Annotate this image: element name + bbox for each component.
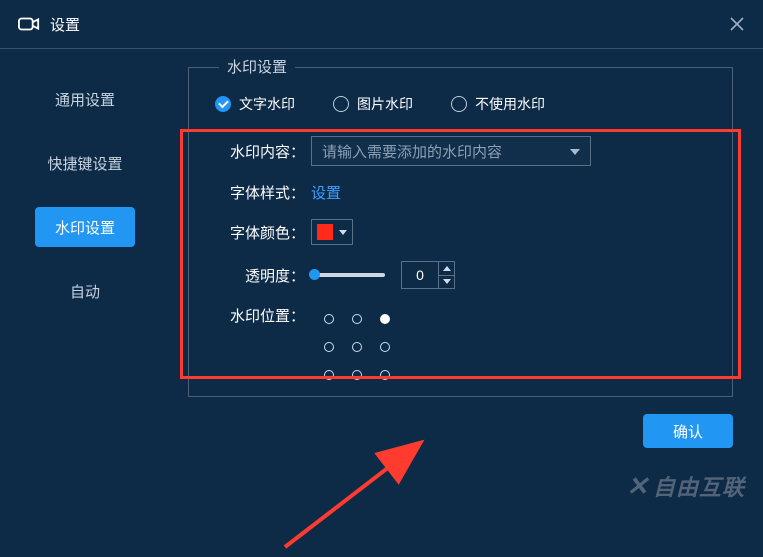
close-icon[interactable] xyxy=(727,14,747,34)
radio-text-watermark[interactable]: 文字水印 xyxy=(215,94,295,114)
pos-top-right[interactable] xyxy=(371,305,399,333)
radio-label: 文字水印 xyxy=(239,94,295,114)
radio-image-watermark[interactable]: 图片水印 xyxy=(333,94,413,114)
font-color-picker[interactable] xyxy=(311,219,353,245)
spinner-up[interactable] xyxy=(439,262,454,276)
opacity-label: 透明度： xyxy=(213,265,305,286)
content-label: 水印内容： xyxy=(213,141,305,162)
sidebar: 通用设置 快捷键设置 水印设置 自动 xyxy=(0,49,170,520)
slider-thumb[interactable] xyxy=(309,269,320,280)
sidebar-item-watermark[interactable]: 水印设置 xyxy=(35,207,135,247)
sidebar-item-shortcuts[interactable]: 快捷键设置 xyxy=(35,143,135,183)
opacity-spinner xyxy=(401,261,455,289)
opacity-slider[interactable] xyxy=(311,273,385,277)
opacity-input[interactable] xyxy=(402,262,438,288)
font-color-label: 字体颜色： xyxy=(213,222,305,243)
radio-no-watermark[interactable]: 不使用水印 xyxy=(451,94,545,114)
position-label: 水印位置： xyxy=(213,305,305,326)
radio-label: 不使用水印 xyxy=(475,94,545,114)
camera-icon xyxy=(18,15,40,33)
confirm-button[interactable]: 确认 xyxy=(643,414,733,448)
radio-checked-icon xyxy=(215,96,231,112)
watermark-fieldset: 水印设置 文字水印 图片水印 不使用水印 水印内容： 请输入需要添 xyxy=(188,67,733,397)
brand-text: 自由互联 xyxy=(653,470,745,502)
pos-mid-right[interactable] xyxy=(371,333,399,361)
pos-mid-center[interactable] xyxy=(343,333,371,361)
spinner-down[interactable] xyxy=(439,276,454,289)
pos-bot-center[interactable] xyxy=(343,361,371,389)
arrow-up-icon xyxy=(443,266,451,271)
window-title: 设置 xyxy=(50,14,80,35)
pos-bot-left[interactable] xyxy=(315,361,343,389)
fieldset-legend: 水印设置 xyxy=(219,56,295,77)
font-style-label: 字体样式： xyxy=(213,182,305,203)
brand-x-icon: ✕ xyxy=(626,471,649,502)
radio-icon xyxy=(451,96,467,112)
pos-top-left[interactable] xyxy=(315,305,343,333)
color-swatch xyxy=(317,224,333,240)
radio-icon xyxy=(333,96,349,112)
sidebar-item-general[interactable]: 通用设置 xyxy=(35,79,135,119)
pos-top-center[interactable] xyxy=(343,305,371,333)
watermark-content-combo[interactable]: 请输入需要添加的水印内容 xyxy=(311,136,591,166)
pos-mid-left[interactable] xyxy=(315,333,343,361)
sidebar-item-auto[interactable]: 自动 xyxy=(35,271,135,311)
brand-watermark: ✕ 自由互联 xyxy=(626,470,745,502)
font-style-link[interactable]: 设置 xyxy=(311,182,341,203)
chevron-down-icon xyxy=(570,149,580,155)
main-panel: 水印设置 文字水印 图片水印 不使用水印 水印内容： 请输入需要添 xyxy=(170,49,763,520)
radio-label: 图片水印 xyxy=(357,94,413,114)
combo-placeholder: 请输入需要添加的水印内容 xyxy=(322,141,502,162)
position-grid xyxy=(315,305,399,389)
titlebar: 设置 xyxy=(0,0,763,48)
chevron-down-icon xyxy=(339,230,347,235)
watermark-type-group: 文字水印 图片水印 不使用水印 xyxy=(215,94,708,114)
pos-bot-right[interactable] xyxy=(371,361,399,389)
arrow-down-icon xyxy=(443,279,451,284)
